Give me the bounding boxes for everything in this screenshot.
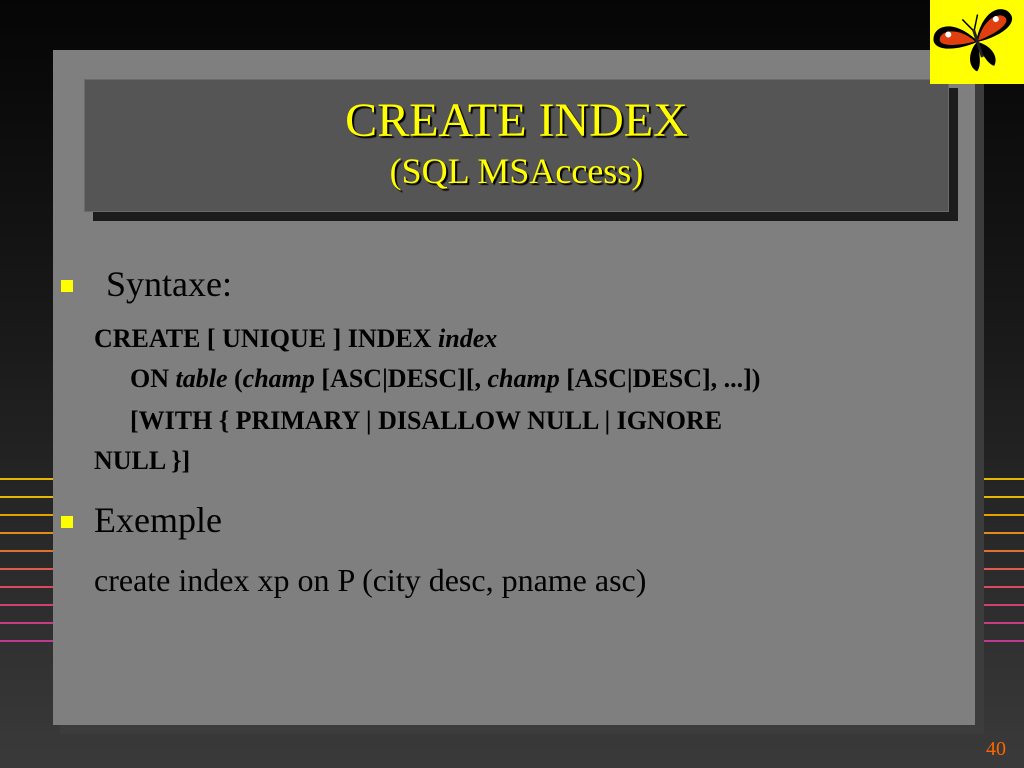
bullet-marker: [61, 516, 73, 528]
syntax-line-2: ON table (champ [ASC|DESC][, champ [ASC|…: [130, 364, 761, 393]
page-number: 40: [986, 738, 1006, 760]
bullet-marker: [61, 280, 73, 292]
bullet-exemple: Exemple: [94, 500, 222, 540]
syntax-line-1: CREATE [ UNIQUE ] INDEX index: [94, 324, 498, 353]
title-box: CREATE INDEX (SQL MSAccess): [84, 79, 949, 212]
syntax-line-3: [WITH { PRIMARY | DISALLOW NULL | IGNORE: [130, 406, 723, 435]
left-stripes: [0, 478, 54, 653]
syntax-line-4: NULL }]: [94, 446, 191, 475]
slide-subtitle: (SQL MSAccess): [389, 151, 644, 191]
butterfly-logo-icon: [930, 0, 1024, 84]
example-code: create index xp on P (city desc, pname a…: [94, 562, 647, 598]
slide-title: CREATE INDEX: [345, 94, 688, 147]
bullet-syntaxe: Syntaxe:: [106, 264, 232, 304]
